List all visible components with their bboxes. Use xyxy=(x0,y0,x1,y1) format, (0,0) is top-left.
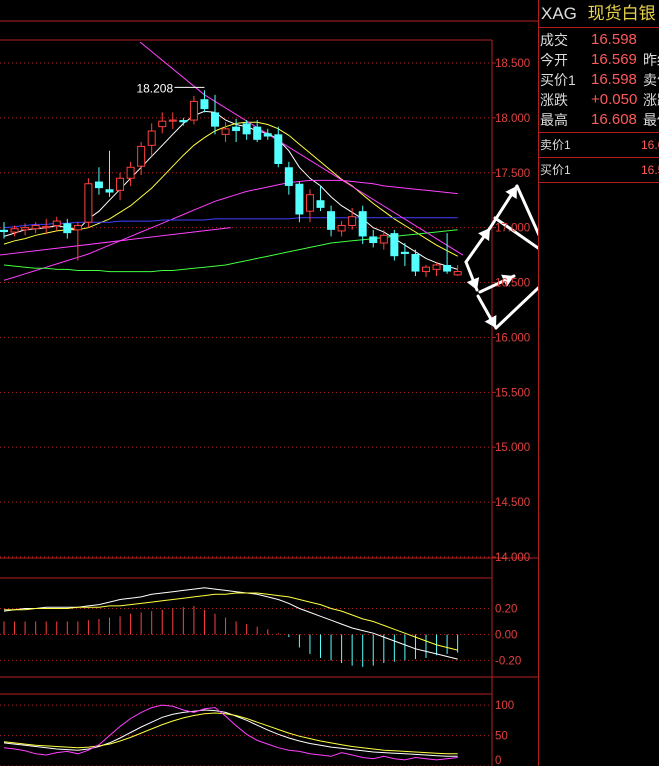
quote-value: 16.598 xyxy=(591,71,637,88)
candle-body-down xyxy=(253,126,262,140)
candle-body-up xyxy=(21,227,30,231)
order-book-bid: 买价1 16.5 xyxy=(539,158,659,183)
high-price-label: 18.208 xyxy=(136,81,173,95)
quote-label-secondary: 涨跌 xyxy=(643,92,659,108)
instrument-name: 现货白银 xyxy=(587,4,656,23)
book-label: 买价1 xyxy=(540,163,571,177)
candle-body-down xyxy=(390,233,399,257)
order-book-ask: 卖价1 16.6 xyxy=(539,133,659,158)
candle-body-down xyxy=(295,183,304,215)
quote-value: 16.569 xyxy=(591,51,637,68)
candle-body-up xyxy=(158,120,167,128)
price-tick-label: 17.000 xyxy=(495,223,530,235)
candle-body-up xyxy=(126,166,135,179)
book-value: 16.6 xyxy=(641,138,659,152)
macd-tick-label: 0.00 xyxy=(495,629,517,641)
candle-body-up xyxy=(168,119,177,122)
candle-body-up xyxy=(337,224,346,232)
price-tick-label: 14.500 xyxy=(495,497,530,509)
candle-body-up xyxy=(116,177,125,191)
candle-body-up xyxy=(31,224,40,230)
candle-body-up xyxy=(10,228,19,233)
quote-row: 最高 16.608 最低 xyxy=(539,110,659,130)
candle-body-down xyxy=(200,99,209,110)
candle-body-up xyxy=(422,266,430,273)
candle-body-up xyxy=(84,183,93,223)
candle-body-down xyxy=(63,223,72,234)
quote-value: 16.608 xyxy=(591,111,637,128)
symbol-code: XAG xyxy=(541,4,577,23)
candle-body-down xyxy=(274,134,283,164)
candle-body-down xyxy=(242,123,251,135)
candle-body-up xyxy=(137,145,146,167)
price-tick-label: 16.500 xyxy=(495,278,530,290)
quote-panel: XAG 现货白银 成交 16.598 今开 16.569 昨结 买价1 16.5… xyxy=(538,0,659,766)
candle-body-up xyxy=(42,226,51,229)
candlestick-chart: 18.208 18.500 18.000 17.500 17.000 16.500 16.… xyxy=(0,0,538,766)
quote-row: 买价1 16.598 卖价 xyxy=(539,70,659,90)
quote-value: 16.598 xyxy=(591,31,637,48)
quote-label-secondary: 卖价 xyxy=(643,72,659,88)
candle-body-down xyxy=(316,200,325,208)
quote-label: 最高 xyxy=(540,112,568,128)
candle-body-down xyxy=(400,251,409,254)
quote-label: 今开 xyxy=(540,52,568,68)
candle-body-down xyxy=(263,133,272,137)
candle-body-down xyxy=(211,112,219,127)
candle-body-up xyxy=(189,100,198,121)
candle-body-up xyxy=(432,264,441,270)
price-tick-label: 15.000 xyxy=(495,442,530,454)
candle-body-down xyxy=(0,229,8,233)
quote-label: 成交 xyxy=(540,32,568,48)
price-tick-label: 16.000 xyxy=(495,332,530,344)
book-value: 16.5 xyxy=(641,163,659,177)
candle-body-down xyxy=(369,236,378,244)
candle-body-up xyxy=(221,128,230,135)
osc-tick-label: 0 xyxy=(495,755,501,766)
quote-row: 涨跌 +0.050 涨跌 xyxy=(539,90,659,110)
quote-header: XAG 现货白银 xyxy=(539,0,659,27)
candle-body-up xyxy=(379,234,388,244)
candle-body-up xyxy=(305,194,314,212)
quote-label: 买价1 xyxy=(540,72,576,88)
candle-body-down xyxy=(284,167,293,186)
quote-label-secondary: 昨结 xyxy=(643,52,659,68)
candle-body-down xyxy=(179,120,188,123)
candle-body-down xyxy=(358,211,367,237)
candle-body-up xyxy=(73,224,82,231)
candle-body-down xyxy=(105,189,114,193)
candle-body-down xyxy=(94,181,103,189)
quote-row: 今开 16.569 昨结 xyxy=(539,50,659,70)
candle-body-up xyxy=(453,271,462,276)
candle-body-up xyxy=(52,220,61,226)
candle-body-up xyxy=(147,130,156,146)
candle-body-down xyxy=(232,126,241,132)
price-tick-label: 15.500 xyxy=(495,387,530,399)
price-tick-label: 14.000 xyxy=(495,552,530,564)
macd-tick-label: -0.20 xyxy=(495,655,521,667)
candle-body-down xyxy=(443,264,452,272)
quote-rows: 成交 16.598 今开 16.569 昨结 买价1 16.598 卖价 涨跌 … xyxy=(539,27,659,130)
candle-body-down xyxy=(411,254,420,272)
macd-tick-label: 0.20 xyxy=(495,604,517,616)
quote-value: +0.050 xyxy=(591,91,638,108)
book-label: 卖价1 xyxy=(540,138,571,152)
price-tick-label: 18.500 xyxy=(495,58,530,70)
osc-tick-label: 100 xyxy=(495,700,514,712)
price-tick-label: 17.500 xyxy=(495,168,530,180)
osc-tick-label: 50 xyxy=(495,731,508,743)
candle-body-up xyxy=(348,216,357,226)
quote-row: 成交 16.598 xyxy=(539,30,659,50)
quote-label-secondary: 最低 xyxy=(643,112,659,128)
order-book: 卖价1 16.6 买价1 16.5 xyxy=(539,132,659,183)
price-tick-label: 18.000 xyxy=(495,113,530,125)
quote-label: 涨跌 xyxy=(540,92,568,108)
candle-body-down xyxy=(327,211,336,230)
